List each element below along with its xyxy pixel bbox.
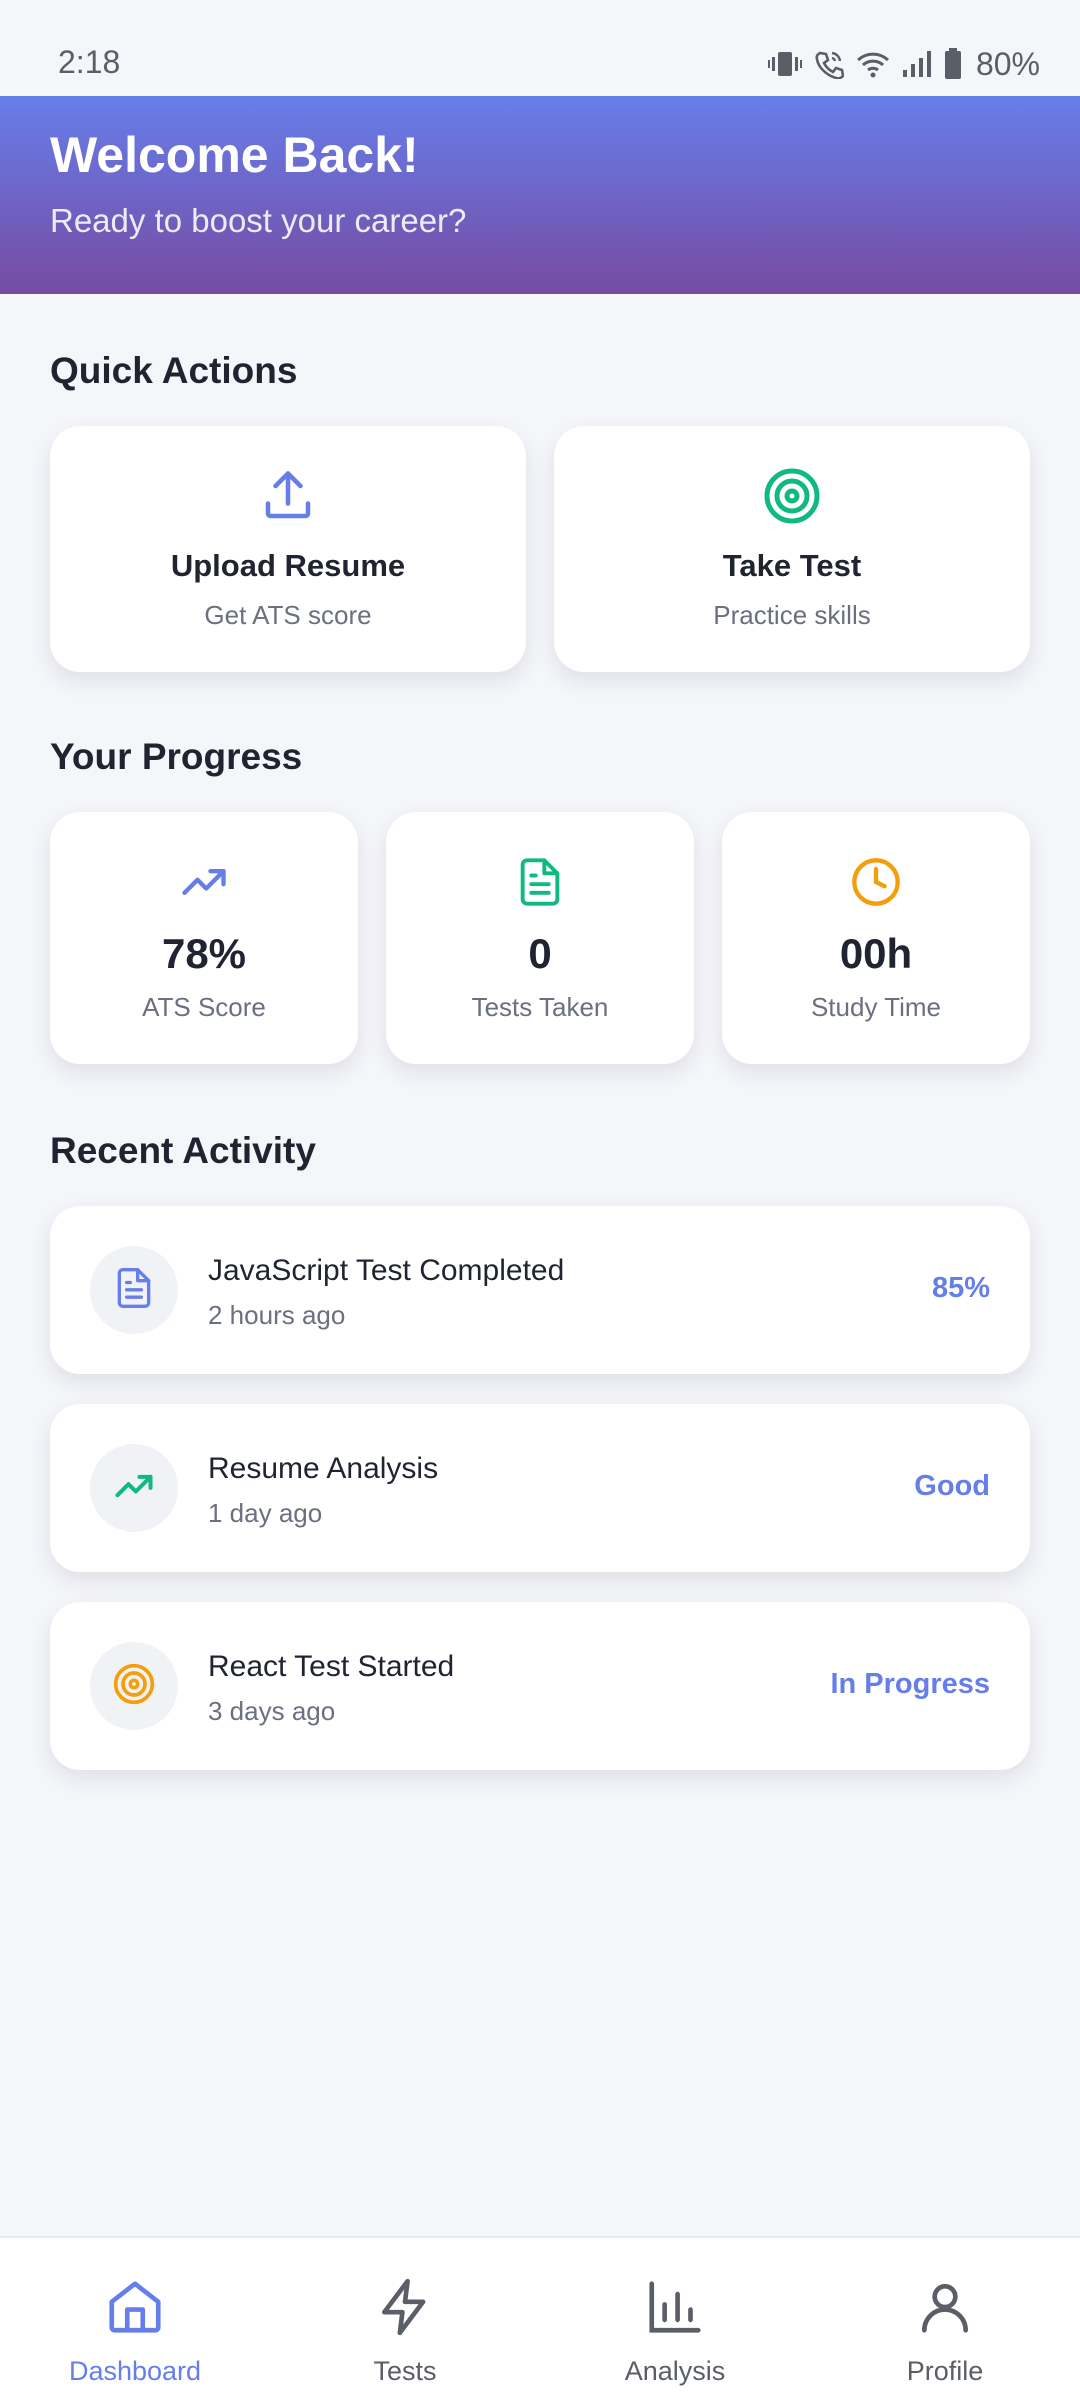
trending-up-icon (178, 856, 230, 913)
nav-tests[interactable]: Tests (270, 2238, 540, 2408)
activity-badge: 85% (931, 1272, 990, 1304)
ats-score-card: 78% ATS Score (50, 812, 358, 1064)
status-time: 2:18 (58, 44, 121, 80)
upload-icon (258, 466, 318, 531)
study-time-value: 00h (839, 930, 913, 977)
header-subtitle: Ready to boost your career? (50, 202, 467, 239)
bottom-nav: Dashboard Tests Analysis Profile (0, 2236, 1080, 2408)
quick-actions-title: Quick Actions (50, 350, 298, 391)
activity-icon-bg (90, 1246, 178, 1334)
activity-title: JavaScript Test Completed (208, 1254, 565, 1287)
take-test-card[interactable]: Take Test Practice skills (554, 426, 1030, 672)
wifi-call-icon (814, 49, 844, 79)
take-test-title: Take Test (722, 548, 862, 583)
study-time-card: 00h Study Time (722, 812, 1030, 1064)
status-icons: 80% (767, 42, 1040, 86)
home-icon (104, 2276, 166, 2343)
wifi-icon (856, 50, 890, 78)
nav-label: Dashboard (68, 2356, 202, 2386)
battery-percent: 80% (975, 45, 1040, 82)
nav-label: Tests (373, 2356, 437, 2386)
activity-badge: In Progress (830, 1668, 990, 1700)
upload-resume-card[interactable]: Upload Resume Get ATS score (50, 426, 526, 672)
activity-title: Resume Analysis (208, 1452, 439, 1485)
tests-taken-card: 0 Tests Taken (386, 812, 694, 1064)
target-icon (112, 1662, 156, 1711)
nav-label: Profile (906, 2356, 984, 2386)
your-progress-title: Your Progress (50, 736, 303, 777)
trending-up-icon (112, 1464, 156, 1513)
study-time-label: Study Time (810, 992, 942, 1022)
vibrate-icon (767, 49, 802, 79)
target-icon (762, 466, 822, 531)
nav-analysis[interactable]: Analysis (540, 2238, 810, 2408)
activity-badge: Good (914, 1470, 990, 1502)
battery-icon (944, 48, 962, 80)
document-icon (112, 1266, 156, 1315)
lightning-icon (374, 2276, 436, 2343)
header-title: Welcome Back! (50, 127, 419, 183)
ats-score-label: ATS Score (142, 992, 266, 1022)
bar-chart-icon (644, 2276, 706, 2343)
activity-time: 3 days ago (208, 1696, 336, 1726)
dashboard-screen: 2:18 80% Welcome Back! Ready to boost yo… (0, 0, 1080, 2408)
upload-resume-subtitle: Get ATS score (204, 600, 372, 630)
activity-time: 2 hours ago (208, 1300, 346, 1330)
user-icon (914, 2276, 976, 2343)
activity-item-react-test[interactable]: React Test Started 3 days ago In Progres… (50, 1602, 1030, 1770)
activity-title: React Test Started (208, 1650, 455, 1683)
ats-score-value: 78% (161, 930, 247, 977)
signal-icon (902, 50, 932, 78)
upload-resume-title: Upload Resume (170, 548, 406, 583)
nav-dashboard[interactable]: Dashboard (0, 2238, 270, 2408)
activity-item-resume-analysis[interactable]: Resume Analysis 1 day ago Good (50, 1404, 1030, 1572)
welcome-header: Welcome Back! Ready to boost your career… (0, 96, 1080, 294)
nav-label: Analysis (624, 2356, 726, 2386)
recent-activity-title: Recent Activity (50, 1130, 316, 1171)
tests-taken-value: 0 (528, 930, 552, 977)
status-bar: 2:18 80% (0, 0, 1080, 96)
nav-profile[interactable]: Profile (810, 2238, 1080, 2408)
take-test-subtitle: Practice skills (713, 600, 871, 630)
activity-icon-bg (90, 1444, 178, 1532)
document-icon (514, 856, 566, 913)
clock-icon (850, 856, 902, 913)
activity-time: 1 day ago (208, 1498, 323, 1528)
activity-item-javascript-test[interactable]: JavaScript Test Completed 2 hours ago 85… (50, 1206, 1030, 1374)
tests-taken-label: Tests Taken (471, 992, 609, 1022)
activity-icon-bg (90, 1642, 178, 1730)
